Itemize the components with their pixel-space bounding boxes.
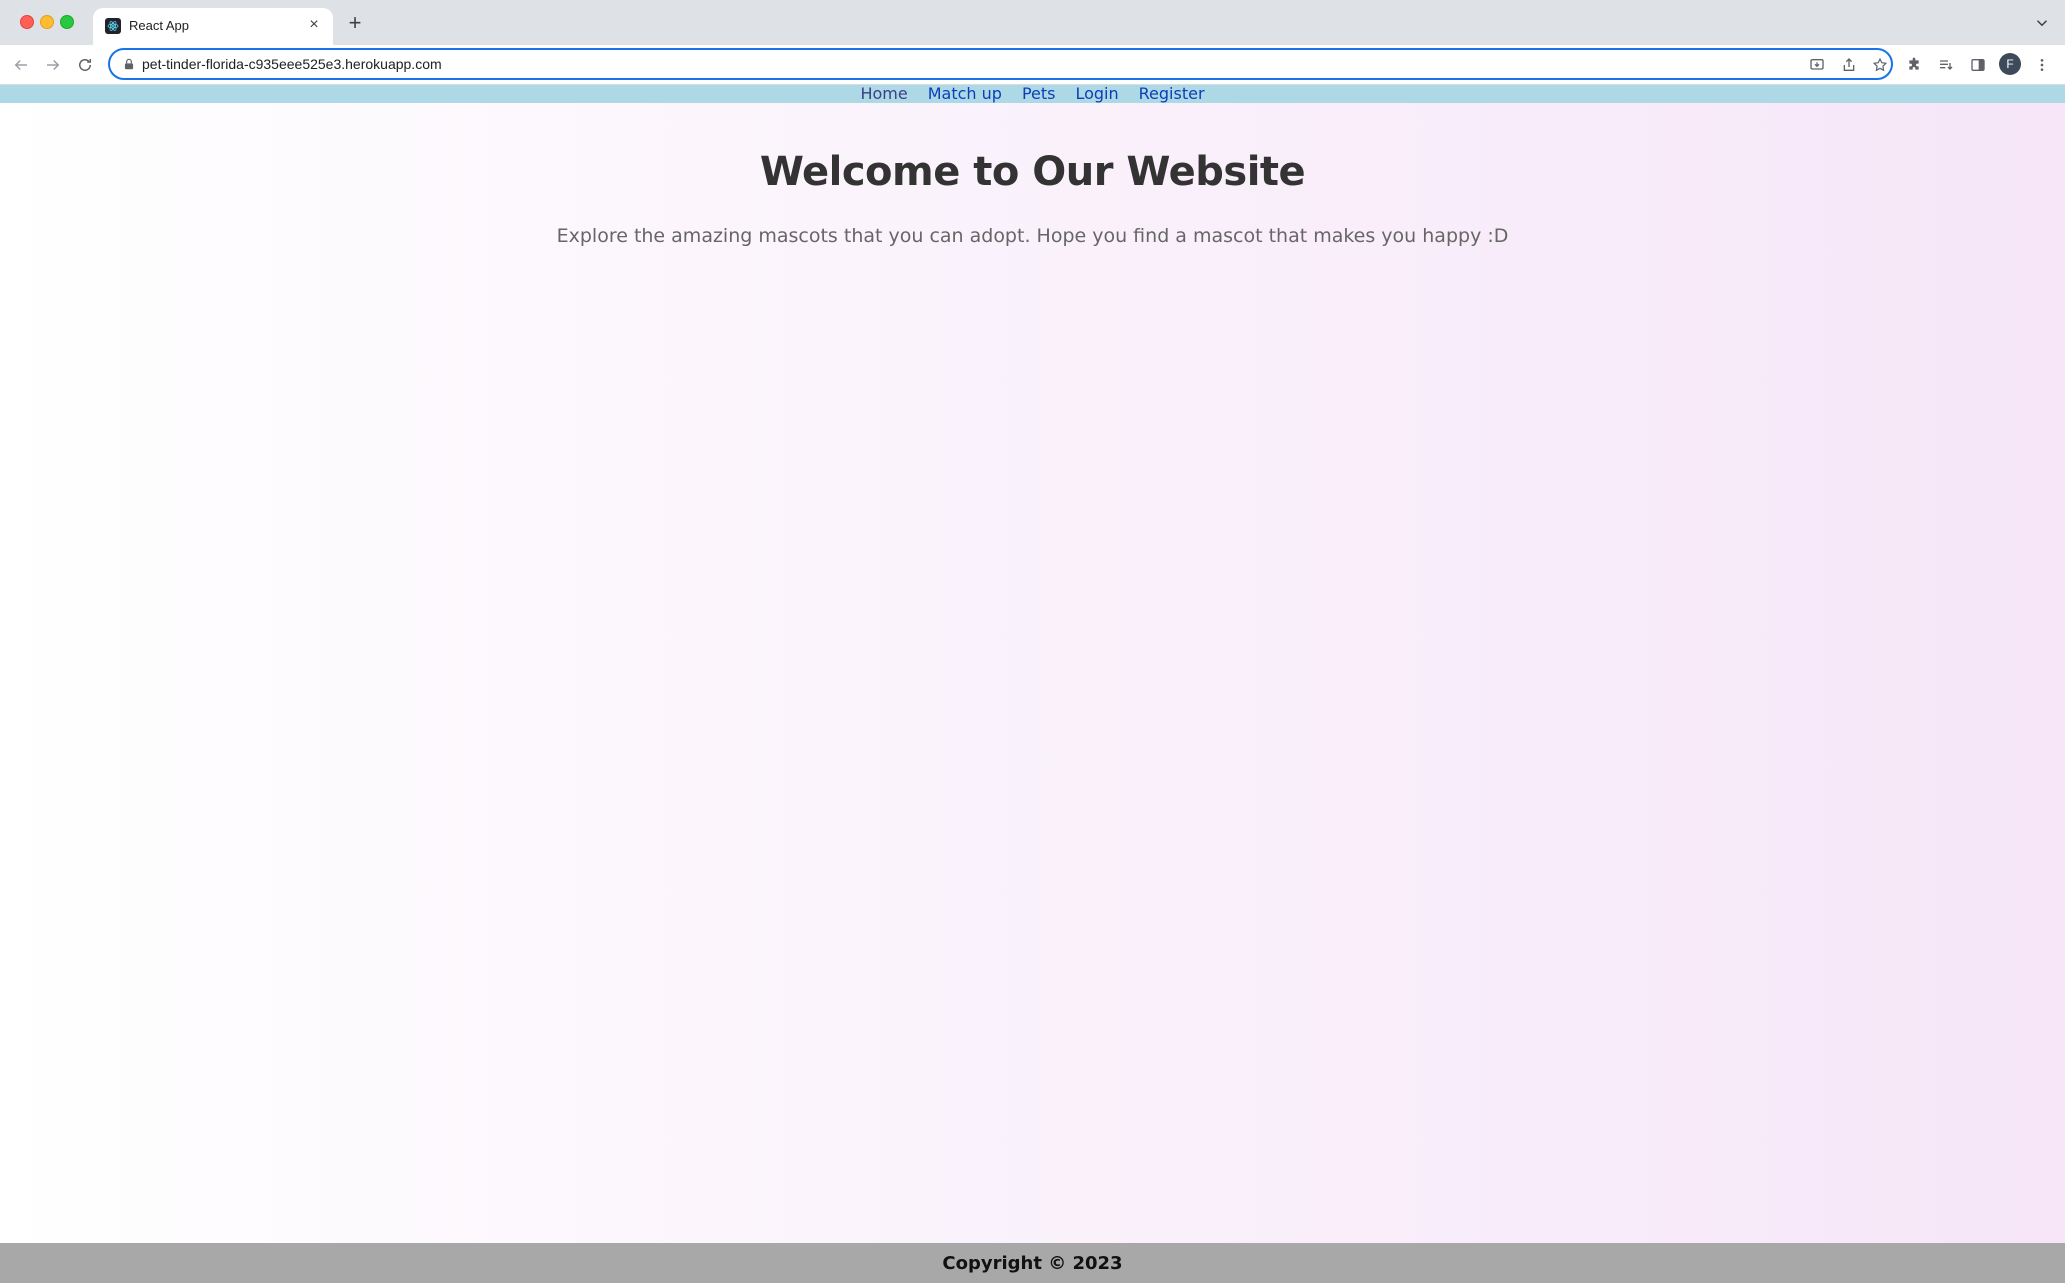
reload-icon[interactable] bbox=[74, 54, 96, 76]
nav-link-match-up[interactable]: Match up bbox=[928, 85, 1002, 103]
browser-tab[interactable]: React App × bbox=[93, 8, 333, 45]
extensions-puzzle-icon[interactable] bbox=[1903, 54, 1925, 76]
tab-close-icon[interactable]: × bbox=[305, 16, 323, 34]
share-icon[interactable] bbox=[1839, 55, 1859, 75]
page-content: Home Match up Pets Login Register Welcom… bbox=[0, 85, 2065, 1283]
browser-tab-strip: React App × + bbox=[0, 0, 2065, 45]
page-title: Welcome to Our Website bbox=[759, 149, 1306, 195]
nav-link-pets[interactable]: Pets bbox=[1022, 85, 1056, 103]
more-menu-icon[interactable] bbox=[2031, 54, 2053, 76]
browser-toolbar: pet-tinder-florida-c935eee525e3.herokuap… bbox=[0, 45, 2065, 85]
address-bar[interactable]: pet-tinder-florida-c935eee525e3.herokuap… bbox=[108, 48, 1893, 80]
nav-link-login[interactable]: Login bbox=[1075, 85, 1118, 103]
react-logo-icon bbox=[105, 18, 121, 34]
url-text[interactable]: pet-tinder-florida-c935eee525e3.herokuap… bbox=[142, 56, 442, 72]
nav-link-register[interactable]: Register bbox=[1139, 85, 1205, 103]
forward-arrow-icon[interactable] bbox=[42, 54, 64, 76]
window-zoom-button[interactable] bbox=[60, 15, 74, 29]
copyright-text: Copyright © 2023 bbox=[942, 1252, 1123, 1274]
nav-link-home[interactable]: Home bbox=[860, 85, 907, 103]
page-subtitle: Explore the amazing mascots that you can… bbox=[556, 225, 1509, 247]
window-close-button[interactable] bbox=[20, 15, 34, 29]
new-tab-button[interactable]: + bbox=[343, 12, 367, 36]
site-nav-bar: Home Match up Pets Login Register bbox=[0, 85, 2065, 103]
back-arrow-icon[interactable] bbox=[10, 54, 32, 76]
lock-icon[interactable] bbox=[122, 57, 136, 71]
side-panel-icon[interactable] bbox=[1967, 54, 1989, 76]
bookmark-star-icon[interactable] bbox=[1870, 55, 1890, 75]
site-footer: Copyright © 2023 bbox=[0, 1243, 2065, 1283]
tab-search-chevron-icon[interactable] bbox=[2033, 14, 2051, 32]
profile-avatar[interactable]: F bbox=[1999, 53, 2021, 75]
reading-list-icon[interactable] bbox=[1935, 54, 1957, 76]
install-app-icon[interactable] bbox=[1807, 55, 1827, 75]
window-minimize-button[interactable] bbox=[40, 15, 54, 29]
tab-title: React App bbox=[129, 18, 189, 33]
